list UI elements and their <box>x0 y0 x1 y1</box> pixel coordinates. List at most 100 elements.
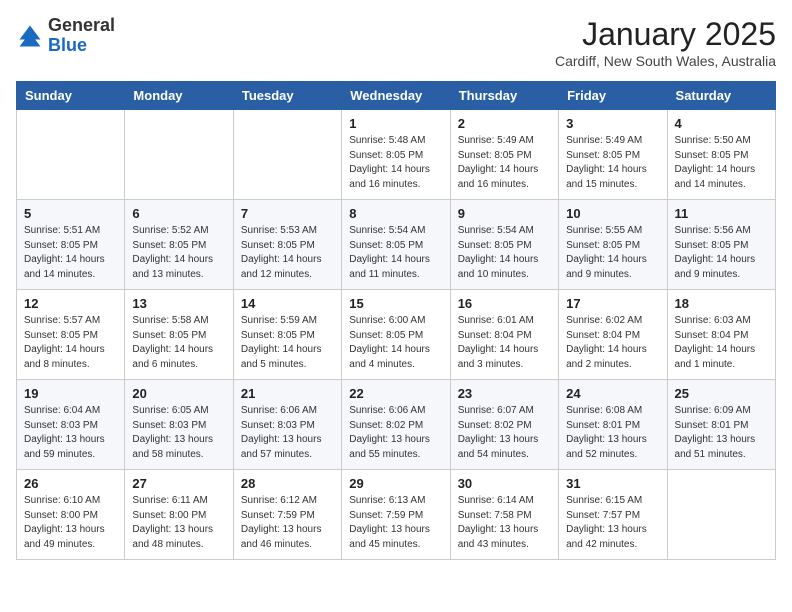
calendar-cell: 17 Sunrise: 6:02 AM Sunset: 8:04 PM Dayli… <box>559 290 667 380</box>
day-number: 7 <box>241 206 334 221</box>
day-info: Sunrise: 6:05 AM Sunset: 8:03 PM Dayligh… <box>132 404 225 462</box>
calendar-cell: 19 Sunrise: 6:04 AM Sunset: 8:03 PM Dayli… <box>17 380 125 470</box>
day-info: Sunrise: 5:57 AM Sunset: 8:05 PM Dayligh… <box>24 314 117 372</box>
calendar-cell: 25Sunrise: 6:09 AM Sunset: 8:01 PM Dayli… <box>667 380 775 470</box>
day-number: 16 <box>458 296 551 311</box>
day-number: 29 <box>349 476 442 491</box>
calendar-cell: 22 Sunrise: 6:06 AM Sunset: 8:02 PM Dayli… <box>342 380 450 470</box>
day-info: Sunrise: 6:06 AM Sunset: 8:02 PM Dayligh… <box>349 404 442 462</box>
weekday-header-tuesday: Tuesday <box>233 82 341 110</box>
location: Cardiff, New South Wales, Australia <box>555 53 776 69</box>
day-number: 13 <box>132 296 225 311</box>
day-info: Sunrise: 6:13 AM Sunset: 7:59 PM Dayligh… <box>349 494 442 552</box>
weekday-header-friday: Friday <box>559 82 667 110</box>
week-row-5: 26Sunrise: 6:10 AM Sunset: 8:00 PM Dayli… <box>17 470 776 560</box>
calendar-cell <box>17 110 125 200</box>
day-info: Sunrise: 5:50 AM Sunset: 8:05 PM Dayligh… <box>675 134 768 192</box>
week-row-4: 19 Sunrise: 6:04 AM Sunset: 8:03 PM Dayli… <box>17 380 776 470</box>
weekday-header-saturday: Saturday <box>667 82 775 110</box>
calendar-cell: 29 Sunrise: 6:13 AM Sunset: 7:59 PM Dayli… <box>342 470 450 560</box>
day-number: 18 <box>675 296 768 311</box>
calendar-table: SundayMondayTuesdayWednesdayThursdayFrid… <box>16 81 776 560</box>
logo-icon <box>16 22 44 50</box>
calendar-cell <box>233 110 341 200</box>
calendar-cell: 21 Sunrise: 6:06 AM Sunset: 8:03 PM Dayli… <box>233 380 341 470</box>
day-info: Sunrise: 6:00 AM Sunset: 8:05 PM Dayligh… <box>349 314 442 372</box>
day-number: 30 <box>458 476 551 491</box>
day-info: Sunrise: 5:52 AM Sunset: 8:05 PM Dayligh… <box>132 224 225 282</box>
page-header: General Blue January 2025 Cardiff, New S… <box>16 16 776 69</box>
weekday-header-row: SundayMondayTuesdayWednesdayThursdayFrid… <box>17 82 776 110</box>
day-number: 19 <box>24 386 117 401</box>
day-number: 25 <box>675 386 768 401</box>
day-number: 9 <box>458 206 551 221</box>
calendar-cell: 31Sunrise: 6:15 AM Sunset: 7:57 PM Dayli… <box>559 470 667 560</box>
calendar-cell: 6 Sunrise: 5:52 AM Sunset: 8:05 PM Daylig… <box>125 200 233 290</box>
day-info: Sunrise: 6:01 AM Sunset: 8:04 PM Dayligh… <box>458 314 551 372</box>
week-row-3: 12 Sunrise: 5:57 AM Sunset: 8:05 PM Dayli… <box>17 290 776 380</box>
day-number: 21 <box>241 386 334 401</box>
day-number: 6 <box>132 206 225 221</box>
calendar-cell: 8Sunrise: 5:54 AM Sunset: 8:05 PM Daylig… <box>342 200 450 290</box>
day-number: 4 <box>675 116 768 131</box>
week-row-2: 5 Sunrise: 5:51 AM Sunset: 8:05 PM Daylig… <box>17 200 776 290</box>
calendar-cell: 7 Sunrise: 5:53 AM Sunset: 8:05 PM Daylig… <box>233 200 341 290</box>
calendar-cell: 18Sunrise: 6:03 AM Sunset: 8:04 PM Dayli… <box>667 290 775 380</box>
calendar-cell: 30 Sunrise: 6:14 AM Sunset: 7:58 PM Dayli… <box>450 470 558 560</box>
day-info: Sunrise: 6:12 AM Sunset: 7:59 PM Dayligh… <box>241 494 334 552</box>
day-info: Sunrise: 5:59 AM Sunset: 8:05 PM Dayligh… <box>241 314 334 372</box>
logo-general: General <box>48 15 115 35</box>
day-info: Sunrise: 5:49 AM Sunset: 8:05 PM Dayligh… <box>458 134 551 192</box>
calendar-cell: 10Sunrise: 5:55 AM Sunset: 8:05 PM Dayli… <box>559 200 667 290</box>
day-info: Sunrise: 5:49 AM Sunset: 8:05 PM Dayligh… <box>566 134 659 192</box>
day-number: 5 <box>24 206 117 221</box>
month-title: January 2025 <box>555 16 776 53</box>
calendar-cell: 20 Sunrise: 6:05 AM Sunset: 8:03 PM Dayli… <box>125 380 233 470</box>
calendar-cell: 1 Sunrise: 5:48 AM Sunset: 8:05 PM Daylig… <box>342 110 450 200</box>
calendar-cell <box>125 110 233 200</box>
day-number: 3 <box>566 116 659 131</box>
day-number: 17 <box>566 296 659 311</box>
day-info: Sunrise: 6:04 AM Sunset: 8:03 PM Dayligh… <box>24 404 117 462</box>
calendar-cell: 28 Sunrise: 6:12 AM Sunset: 7:59 PM Dayli… <box>233 470 341 560</box>
day-info: Sunrise: 5:48 AM Sunset: 8:05 PM Dayligh… <box>349 134 442 192</box>
day-number: 12 <box>24 296 117 311</box>
day-info: Sunrise: 5:53 AM Sunset: 8:05 PM Dayligh… <box>241 224 334 282</box>
day-number: 22 <box>349 386 442 401</box>
day-info: Sunrise: 6:02 AM Sunset: 8:04 PM Dayligh… <box>566 314 659 372</box>
calendar-cell: 16 Sunrise: 6:01 AM Sunset: 8:04 PM Dayli… <box>450 290 558 380</box>
day-number: 20 <box>132 386 225 401</box>
day-info: Sunrise: 5:56 AM Sunset: 8:05 PM Dayligh… <box>675 224 768 282</box>
day-info: Sunrise: 5:51 AM Sunset: 8:05 PM Dayligh… <box>24 224 117 282</box>
day-info: Sunrise: 5:58 AM Sunset: 8:05 PM Dayligh… <box>132 314 225 372</box>
day-number: 23 <box>458 386 551 401</box>
weekday-header-monday: Monday <box>125 82 233 110</box>
calendar-cell: 26Sunrise: 6:10 AM Sunset: 8:00 PM Dayli… <box>17 470 125 560</box>
day-info: Sunrise: 5:55 AM Sunset: 8:05 PM Dayligh… <box>566 224 659 282</box>
day-info: Sunrise: 6:14 AM Sunset: 7:58 PM Dayligh… <box>458 494 551 552</box>
day-number: 8 <box>349 206 442 221</box>
day-info: Sunrise: 6:06 AM Sunset: 8:03 PM Dayligh… <box>241 404 334 462</box>
day-number: 11 <box>675 206 768 221</box>
calendar-cell: 15 Sunrise: 6:00 AM Sunset: 8:05 PM Dayli… <box>342 290 450 380</box>
day-info: Sunrise: 6:11 AM Sunset: 8:00 PM Dayligh… <box>132 494 225 552</box>
weekday-header-sunday: Sunday <box>17 82 125 110</box>
weekday-header-thursday: Thursday <box>450 82 558 110</box>
calendar-cell: 9 Sunrise: 5:54 AM Sunset: 8:05 PM Daylig… <box>450 200 558 290</box>
day-info: Sunrise: 6:08 AM Sunset: 8:01 PM Dayligh… <box>566 404 659 462</box>
calendar-cell: 13 Sunrise: 5:58 AM Sunset: 8:05 PM Dayli… <box>125 290 233 380</box>
logo: General Blue <box>16 16 115 56</box>
calendar-cell: 5 Sunrise: 5:51 AM Sunset: 8:05 PM Daylig… <box>17 200 125 290</box>
weekday-header-wednesday: Wednesday <box>342 82 450 110</box>
day-number: 1 <box>349 116 442 131</box>
calendar-cell: 11 Sunrise: 5:56 AM Sunset: 8:05 PM Dayli… <box>667 200 775 290</box>
day-info: Sunrise: 5:54 AM Sunset: 8:05 PM Dayligh… <box>458 224 551 282</box>
day-info: Sunrise: 6:07 AM Sunset: 8:02 PM Dayligh… <box>458 404 551 462</box>
day-number: 28 <box>241 476 334 491</box>
week-row-1: 1 Sunrise: 5:48 AM Sunset: 8:05 PM Daylig… <box>17 110 776 200</box>
calendar-cell: 4 Sunrise: 5:50 AM Sunset: 8:05 PM Daylig… <box>667 110 775 200</box>
day-number: 15 <box>349 296 442 311</box>
day-number: 26 <box>24 476 117 491</box>
day-number: 31 <box>566 476 659 491</box>
day-number: 27 <box>132 476 225 491</box>
